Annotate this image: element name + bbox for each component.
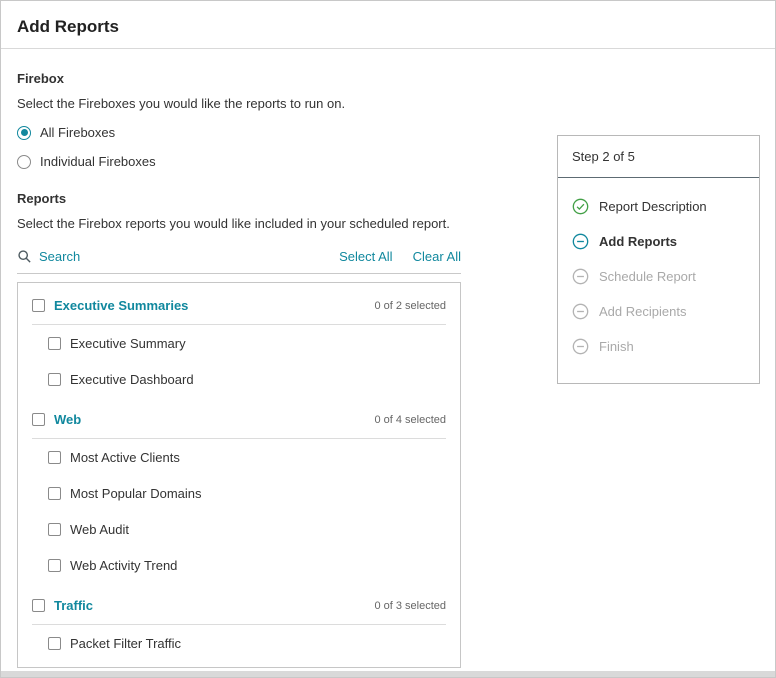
add-reports-page: Add Reports Firebox Select the Fireboxes… bbox=[0, 0, 776, 678]
group-checkbox[interactable] bbox=[32, 299, 45, 312]
radio-unselected-icon[interactable] bbox=[17, 155, 31, 169]
group-name-link[interactable]: Traffic bbox=[54, 598, 374, 613]
minus-circle-icon bbox=[572, 303, 589, 320]
item-checkbox[interactable] bbox=[48, 451, 61, 464]
report-item[interactable]: Web Audit bbox=[32, 512, 446, 547]
report-item[interactable]: Most Popular Domains bbox=[32, 476, 446, 511]
search-label[interactable]: Search bbox=[39, 249, 80, 264]
group-checkbox[interactable] bbox=[32, 599, 45, 612]
step-label: Add Recipients bbox=[599, 304, 686, 319]
item-checkbox[interactable] bbox=[48, 487, 61, 500]
search-icon bbox=[17, 249, 32, 264]
page-title: Add Reports bbox=[17, 17, 759, 37]
item-label: Web Audit bbox=[70, 522, 129, 537]
step-add-recipients: Add Recipients bbox=[572, 303, 745, 320]
step-label: Report Description bbox=[599, 199, 707, 214]
window-bottom-edge bbox=[1, 671, 775, 677]
wizard-steps-panel: Step 2 of 5 Report Description Add Repor… bbox=[557, 135, 760, 384]
item-label: Most Active Clients bbox=[70, 450, 180, 465]
clear-all-link[interactable]: Clear All bbox=[413, 249, 461, 264]
step-label: Finish bbox=[599, 339, 634, 354]
report-item[interactable]: Packet Filter Traffic bbox=[32, 626, 446, 661]
group-selection-count: 0 of 4 selected bbox=[374, 414, 446, 426]
item-checkbox[interactable] bbox=[48, 523, 61, 536]
item-label: Executive Summary bbox=[70, 336, 186, 351]
step-label: Schedule Report bbox=[599, 269, 696, 284]
radio-individual-fireboxes-label: Individual Fireboxes bbox=[40, 154, 156, 169]
report-item[interactable]: Executive Summary bbox=[32, 326, 446, 361]
search-toggle[interactable]: Search bbox=[17, 249, 80, 264]
search-row: Search Select All Clear All bbox=[17, 249, 461, 274]
item-checkbox[interactable] bbox=[48, 637, 61, 650]
item-label: Packet Filter Traffic bbox=[70, 636, 181, 651]
radio-all-fireboxes[interactable]: All Fireboxes bbox=[17, 125, 461, 140]
step-add-reports: Add Reports bbox=[572, 233, 745, 250]
step-report-description: Report Description bbox=[572, 198, 745, 215]
step-finish: Finish bbox=[572, 338, 745, 355]
report-group-header: Traffic 0 of 3 selected bbox=[32, 583, 446, 625]
item-label: Executive Dashboard bbox=[70, 372, 194, 387]
radio-selected-icon[interactable] bbox=[17, 126, 31, 140]
minus-circle-icon bbox=[572, 268, 589, 285]
check-circle-icon bbox=[572, 198, 589, 215]
reports-heading: Reports bbox=[17, 191, 461, 206]
page-header: Add Reports bbox=[1, 1, 775, 49]
radio-all-fireboxes-label: All Fireboxes bbox=[40, 125, 115, 140]
reports-description: Select the Firebox reports you would lik… bbox=[17, 216, 461, 231]
group-selection-count: 0 of 3 selected bbox=[374, 600, 446, 612]
report-item[interactable]: Most Active Clients bbox=[32, 440, 446, 475]
item-checkbox[interactable] bbox=[48, 559, 61, 572]
firebox-heading: Firebox bbox=[17, 71, 461, 86]
item-label: Most Popular Domains bbox=[70, 486, 202, 501]
group-selection-count: 0 of 2 selected bbox=[374, 300, 446, 312]
wizard-step-counter: Step 2 of 5 bbox=[558, 136, 759, 178]
item-checkbox[interactable] bbox=[48, 373, 61, 386]
group-name-link[interactable]: Executive Summaries bbox=[54, 298, 374, 313]
item-label: Web Activity Trend bbox=[70, 558, 177, 573]
report-item[interactable]: Executive Dashboard bbox=[32, 362, 446, 397]
report-group-header: Executive Summaries 0 of 2 selected bbox=[32, 283, 446, 325]
report-list: Executive Summaries 0 of 2 selected Exec… bbox=[17, 282, 461, 668]
select-all-link[interactable]: Select All bbox=[339, 249, 392, 264]
report-group-header: Web 0 of 4 selected bbox=[32, 397, 446, 439]
group-name-link[interactable]: Web bbox=[54, 412, 374, 427]
report-item[interactable]: Web Activity Trend bbox=[32, 548, 446, 583]
step-label: Add Reports bbox=[599, 234, 677, 249]
minus-circle-icon bbox=[572, 233, 589, 250]
firebox-description: Select the Fireboxes you would like the … bbox=[17, 96, 461, 111]
radio-individual-fireboxes[interactable]: Individual Fireboxes bbox=[17, 154, 461, 169]
item-checkbox[interactable] bbox=[48, 337, 61, 350]
step-schedule-report: Schedule Report bbox=[572, 268, 745, 285]
minus-circle-icon bbox=[572, 338, 589, 355]
group-checkbox[interactable] bbox=[32, 413, 45, 426]
